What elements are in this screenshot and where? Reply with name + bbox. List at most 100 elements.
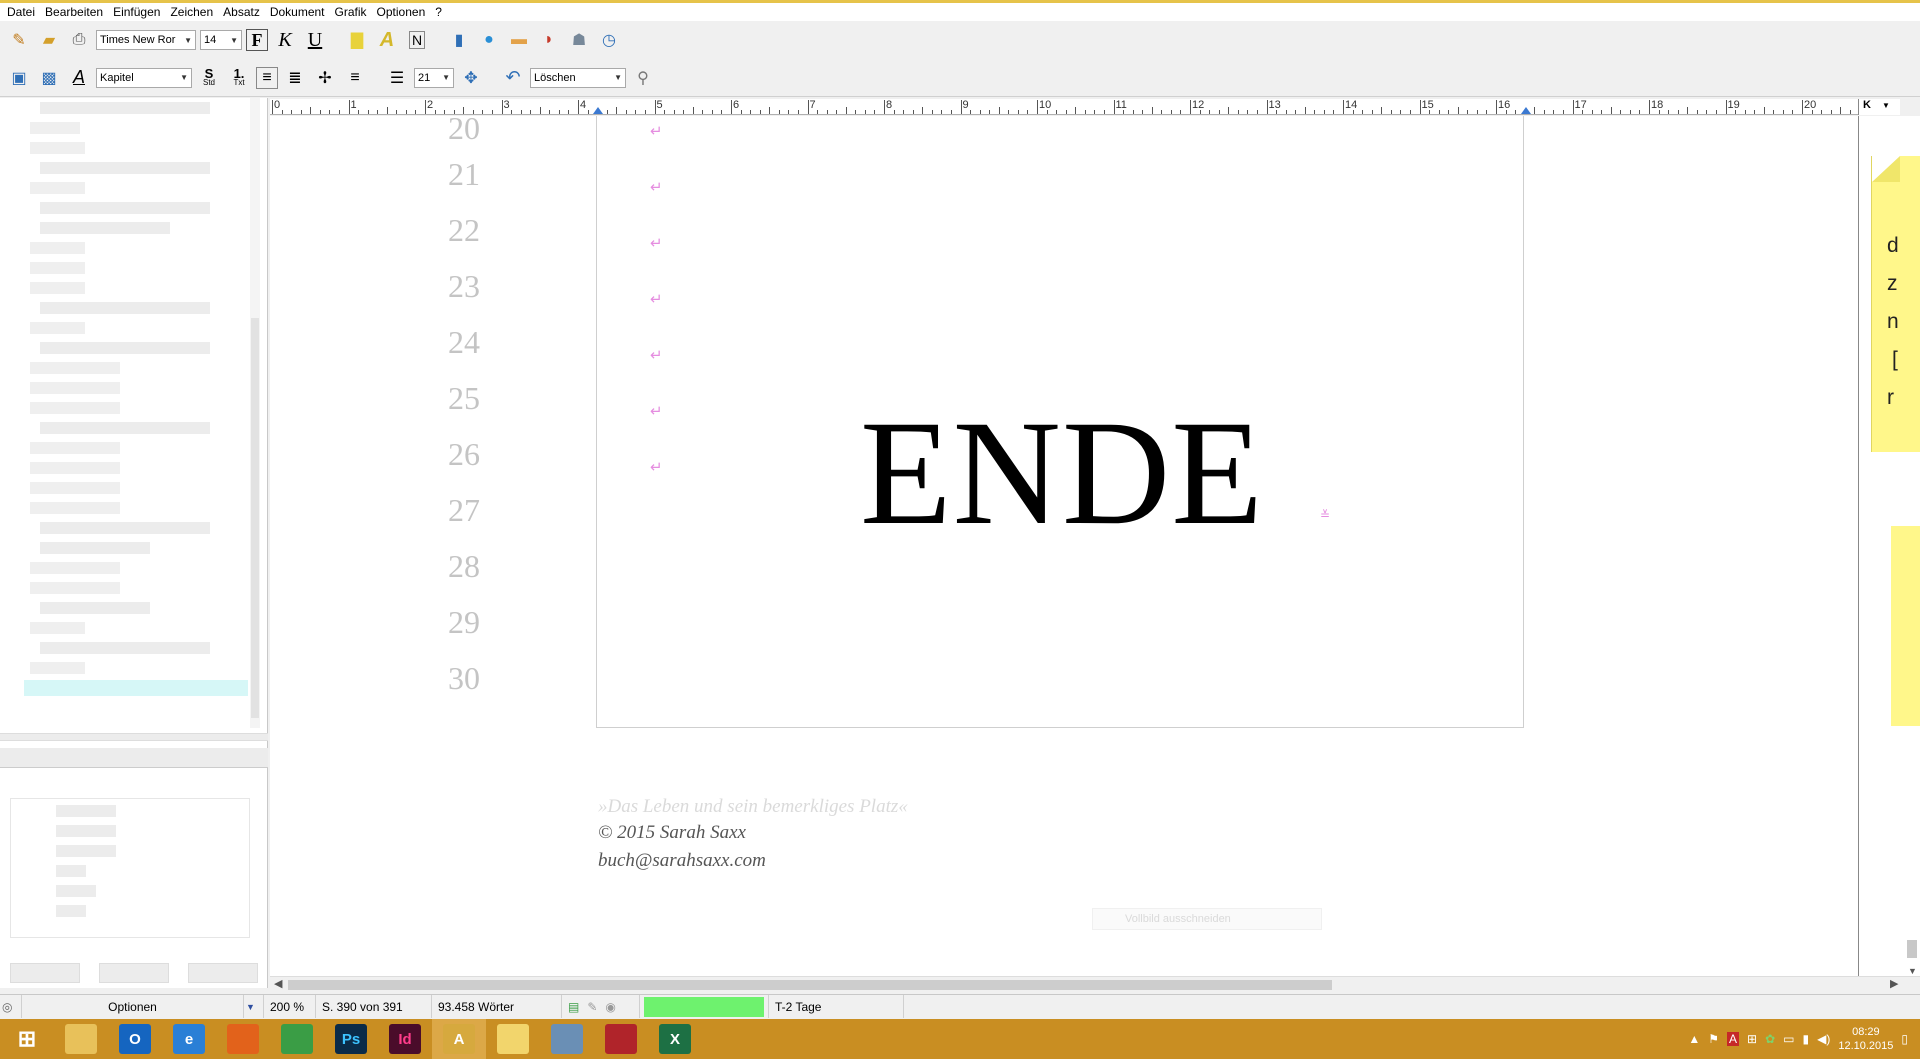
- taskbar-notes-button[interactable]: [486, 1019, 540, 1059]
- navigator-lower-list[interactable]: [10, 798, 250, 938]
- pen-icon[interactable]: ✎: [587, 1000, 597, 1014]
- panel-splitter[interactable]: [0, 733, 268, 741]
- navigator-item[interactable]: [30, 282, 85, 294]
- web-button[interactable]: ●: [476, 27, 502, 53]
- character-style-button[interactable]: A: [66, 65, 92, 91]
- chevron-left-icon[interactable]: ◀: [274, 977, 282, 990]
- menu-einfuegen[interactable]: Einfügen: [108, 5, 165, 19]
- navigator-item[interactable]: [30, 182, 85, 194]
- display-icon[interactable]: ▭: [1783, 1032, 1794, 1046]
- read-aloud-button[interactable]: ◗: [536, 27, 562, 53]
- taskbar-internet-explorer-button[interactable]: e: [162, 1019, 216, 1059]
- cloud-icon[interactable]: ✿: [1765, 1032, 1775, 1046]
- navigator-item[interactable]: [30, 662, 85, 674]
- horizontal-scroll-thumb[interactable]: [288, 980, 1332, 990]
- menu-help[interactable]: ?: [430, 5, 447, 19]
- clock[interactable]: 08:29 12.10.2015: [1838, 1025, 1893, 1053]
- taskbar-outlook-button[interactable]: O: [108, 1019, 162, 1059]
- menu-grafik[interactable]: Grafik: [330, 5, 372, 19]
- taskbar-papyrus-button[interactable]: A: [432, 1019, 486, 1059]
- taskbar-file-explorer-button[interactable]: [54, 1019, 108, 1059]
- eye-icon[interactable]: ◉: [605, 1000, 615, 1014]
- navigator-item[interactable]: [40, 522, 210, 534]
- horizontal-scrollbar[interactable]: ◀ ▶: [270, 976, 1920, 992]
- taskbar-firefox-button[interactable]: [216, 1019, 270, 1059]
- acrobat-icon[interactable]: A: [1727, 1032, 1740, 1046]
- database-button[interactable]: ▮: [446, 27, 472, 53]
- volume-icon[interactable]: ◀): [1817, 1032, 1830, 1046]
- save-all-button[interactable]: ▩: [36, 65, 62, 91]
- list-item[interactable]: [56, 805, 116, 817]
- ruler-left-indent-marker[interactable]: [593, 107, 603, 114]
- taskbar-audio-recorder-button[interactable]: [594, 1019, 648, 1059]
- chevron-up-icon[interactable]: ▲: [1688, 1032, 1700, 1046]
- text-style-button[interactable]: A: [374, 27, 400, 53]
- navigator-item[interactable]: [40, 222, 170, 234]
- navigator-button[interactable]: [188, 963, 259, 983]
- bold-button[interactable]: F: [246, 29, 268, 51]
- align-right-button[interactable]: ≡: [342, 65, 368, 91]
- font-family-select[interactable]: Times New Ror ▼: [96, 30, 196, 50]
- navigator-item[interactable]: [30, 502, 120, 514]
- page-indicator[interactable]: S. 390 von 391: [316, 995, 432, 1018]
- italic-button[interactable]: K: [272, 27, 298, 53]
- navigator-item[interactable]: [30, 402, 120, 414]
- navigator-item[interactable]: [30, 122, 80, 134]
- list-item[interactable]: [56, 905, 86, 917]
- taskbar-chrome-button[interactable]: [270, 1019, 324, 1059]
- navigator-item[interactable]: [30, 462, 120, 474]
- navigator-item[interactable]: [40, 422, 210, 434]
- navigator-item[interactable]: [30, 582, 120, 594]
- navigator-scroll-thumb[interactable]: [251, 318, 259, 718]
- menu-datei[interactable]: Datei: [2, 5, 40, 19]
- note-n-button[interactable]: N: [404, 27, 430, 53]
- save-button[interactable]: ▣: [6, 65, 32, 91]
- navigator-item[interactable]: [30, 142, 85, 154]
- standard-style-button[interactable]: S Std: [196, 65, 222, 91]
- navigator-item[interactable]: [30, 382, 120, 394]
- navigator-item[interactable]: [30, 442, 120, 454]
- zoom-level[interactable]: 200 %: [264, 995, 316, 1018]
- taskbar-calculator-button[interactable]: [540, 1019, 594, 1059]
- navigator-item[interactable]: [40, 302, 210, 314]
- underline-button[interactable]: U: [302, 27, 328, 53]
- menu-dokument[interactable]: Dokument: [265, 5, 330, 19]
- timer-button[interactable]: ◷: [596, 27, 622, 53]
- navigator-item[interactable]: [30, 622, 85, 634]
- new-document-button[interactable]: ✎: [6, 27, 32, 53]
- search-button[interactable]: ⚲: [630, 65, 656, 91]
- flag-icon[interactable]: ⚑: [1708, 1032, 1719, 1046]
- navigator-item[interactable]: [40, 202, 210, 214]
- paragraph-spacing-button[interactable]: ✥: [458, 65, 484, 91]
- navigator-scrollbar[interactable]: [250, 98, 260, 728]
- line-spacing-button[interactable]: ☰: [384, 65, 410, 91]
- list-item[interactable]: [56, 885, 96, 897]
- compass-button[interactable]: ◎: [0, 995, 22, 1018]
- ghost-button[interactable]: ☗: [566, 27, 592, 53]
- ruler-right-indent-marker[interactable]: [1521, 107, 1531, 114]
- align-center-button[interactable]: ✢: [312, 65, 338, 91]
- navigator-item[interactable]: [40, 542, 150, 554]
- sticky-note[interactable]: d z n [ r: [1871, 156, 1920, 452]
- navigator-item[interactable]: [30, 562, 120, 574]
- menu-absatz[interactable]: Absatz: [218, 5, 265, 19]
- text-style-1-button[interactable]: 1. Txt: [226, 65, 252, 91]
- taskbar-windows-start-button[interactable]: ⊞: [0, 1019, 54, 1059]
- navigator-selected-item[interactable]: [24, 680, 248, 696]
- options-status[interactable]: Optionen: [22, 995, 244, 1018]
- print-button[interactable]: ⎙: [66, 27, 92, 53]
- navigator-tabs[interactable]: [0, 748, 268, 768]
- navigator-item[interactable]: [30, 242, 85, 254]
- chevron-right-icon[interactable]: ▶: [1890, 977, 1898, 990]
- navigator-item[interactable]: [40, 342, 210, 354]
- horizontal-ruler[interactable]: 0 1 2 3 4 5 6 7 8 9 10 11 12 13 14 15 16 17 18 19 20: [270, 99, 1858, 115]
- exit-fullscreen-button[interactable]: Vollbild ausschneiden: [1092, 908, 1322, 930]
- undo-button[interactable]: ↶: [500, 65, 526, 91]
- font-size-select[interactable]: 14 ▼: [200, 30, 242, 50]
- menu-bearbeiten[interactable]: Bearbeiten: [40, 5, 108, 19]
- list-item[interactable]: [56, 865, 86, 877]
- navigator-item[interactable]: [40, 102, 210, 114]
- chevron-down-icon[interactable]: ▼: [1908, 966, 1917, 976]
- network-icon[interactable]: ▮: [1802, 1032, 1809, 1046]
- navigator-item[interactable]: [30, 262, 85, 274]
